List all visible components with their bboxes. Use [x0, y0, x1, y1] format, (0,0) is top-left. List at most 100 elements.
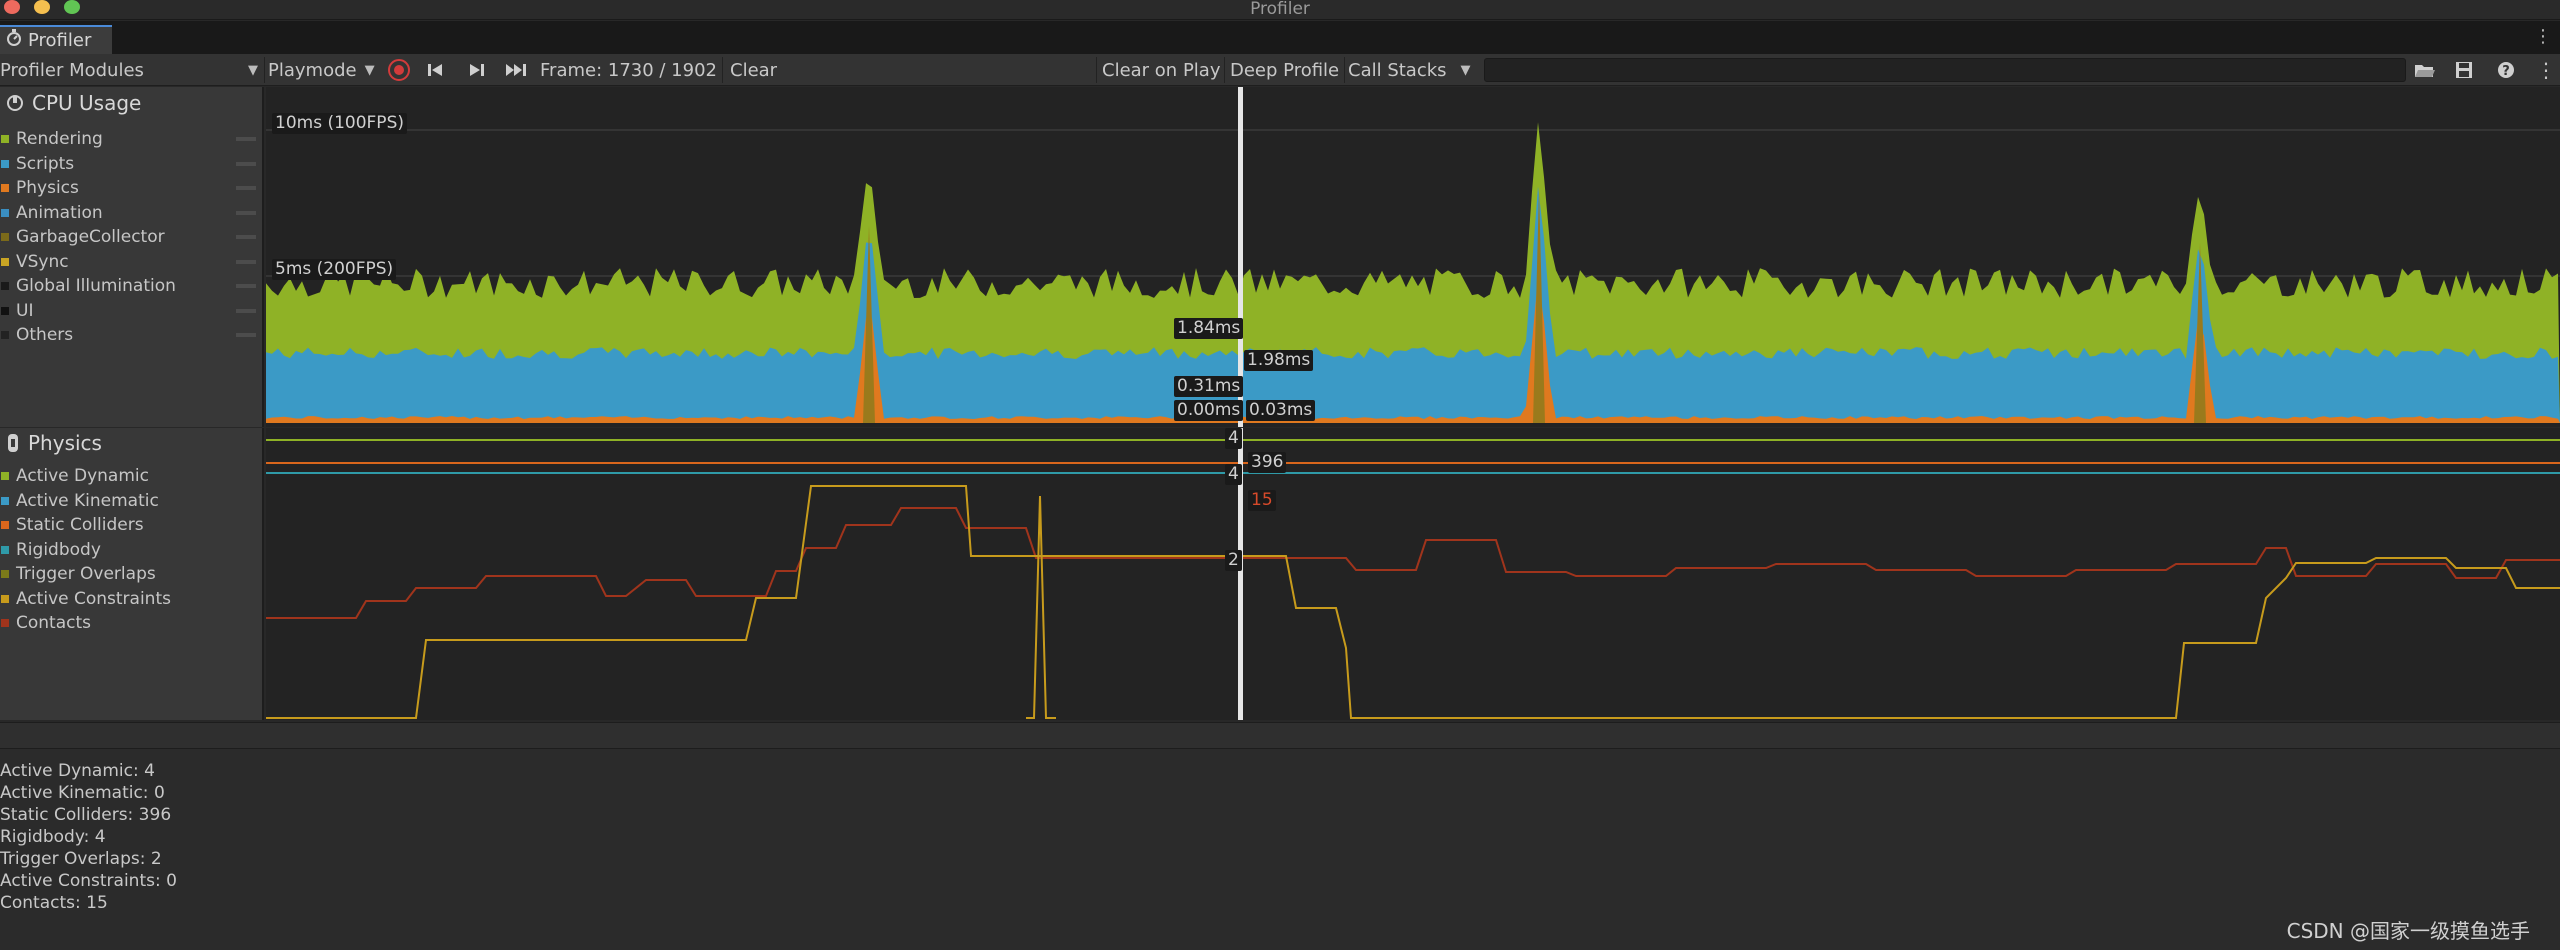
- legend-label: Others: [16, 325, 74, 346]
- playmode-dropdown[interactable]: Playmode ▼: [268, 54, 375, 86]
- frame-counter: Frame: 1730 / 1902: [540, 59, 717, 81]
- selection-value-scripts: 0.31ms: [1174, 376, 1244, 397]
- physics-legend: Active Dynamic Active Kinematic Static Col…: [0, 464, 262, 636]
- physics-module-panel[interactable]: Physics Active Dynamic Active Kinematic St…: [0, 428, 264, 720]
- active-constraints-spike: [1026, 495, 1056, 719]
- record-button[interactable]: [388, 54, 410, 86]
- legend-swatch: [1, 208, 9, 217]
- legend-label: Contacts: [16, 613, 91, 634]
- legend-toggle[interactable]: [236, 210, 256, 215]
- legend-swatch: [1, 619, 9, 628]
- physics-module-header: Physics: [6, 431, 102, 455]
- record-icon: [388, 59, 410, 81]
- physics-icon: [8, 434, 18, 452]
- call-stacks-dropdown[interactable]: Call Stacks ▼: [1348, 54, 1471, 86]
- legend-label: VSync: [16, 251, 69, 272]
- clear-button[interactable]: Clear: [730, 54, 777, 86]
- legend-swatch: [1, 257, 9, 266]
- legend-label: Animation: [16, 202, 103, 223]
- first-frame-button[interactable]: [426, 54, 446, 86]
- playmode-label: Playmode: [268, 59, 357, 81]
- legend-toggle[interactable]: [236, 308, 256, 313]
- profiler-icon: [6, 29, 22, 52]
- cpu-legend-item[interactable]: Global Illumination: [0, 274, 262, 299]
- cpu-legend: Rendering Scripts Physics Animation GarbageC…: [0, 127, 262, 348]
- cpu-module-header: CPU Usage: [6, 91, 141, 115]
- legend-toggle[interactable]: [236, 161, 256, 166]
- more-options-icon[interactable]: ⋮: [2536, 54, 2556, 86]
- detail-line: Contacts: 15: [0, 893, 108, 913]
- legend-label: Active Dynamic: [16, 466, 149, 487]
- cpu-usage-module-panel[interactable]: CPU Usage Rendering Scripts Physics Animati…: [0, 87, 264, 427]
- tab-profiler[interactable]: Profiler: [0, 25, 112, 54]
- physics-legend-item[interactable]: Active Dynamic: [0, 464, 262, 489]
- cpu-legend-item[interactable]: Animation: [0, 201, 262, 226]
- cpu-legend-item[interactable]: Others: [0, 323, 262, 348]
- legend-toggle[interactable]: [236, 235, 256, 240]
- chevron-down-icon: ▼: [364, 62, 375, 78]
- physics-module-title: Physics: [28, 431, 102, 455]
- selection-value-other: 0.03ms: [1246, 400, 1316, 421]
- legend-toggle[interactable]: [236, 137, 256, 142]
- legend-swatch: [1, 570, 9, 579]
- physics-legend-item[interactable]: Active Kinematic: [0, 489, 262, 514]
- selection-value-static-colliders: 396: [1248, 452, 1287, 473]
- clear-on-play-toggle[interactable]: Clear on Play: [1102, 54, 1220, 86]
- deep-profile-toggle[interactable]: Deep Profile: [1230, 54, 1339, 86]
- cpu-usage-chart[interactable]: 10ms (100FPS) 5ms (200FPS) 1.84ms 1.98ms…: [266, 87, 2560, 427]
- details-splitter[interactable]: [0, 722, 2560, 748]
- legend-label: Rigidbody: [16, 539, 101, 560]
- legend-toggle[interactable]: [236, 259, 256, 264]
- legend-toggle[interactable]: [236, 333, 256, 338]
- gridline-label-10ms: 10ms (100FPS): [272, 113, 407, 134]
- selection-value-rigidbody: 4: [1225, 464, 1242, 485]
- selection-value-physics: 0.00ms: [1174, 400, 1244, 421]
- legend-label: Rendering: [16, 129, 103, 150]
- profiler-modules-dropdown[interactable]: Profiler Modules ▼: [0, 54, 262, 86]
- legend-label: UI: [16, 300, 34, 321]
- detail-line: Trigger Overlaps: 2: [0, 849, 162, 869]
- next-frame-button[interactable]: [466, 54, 486, 86]
- help-button[interactable]: ?: [2496, 54, 2516, 86]
- profiler-modules-label: Profiler Modules: [0, 59, 144, 81]
- legend-swatch: [1, 331, 9, 340]
- save-button[interactable]: [2454, 54, 2474, 86]
- cpu-icon: [7, 95, 23, 111]
- legend-label: GarbageCollector: [16, 227, 165, 248]
- selection-value-total: 1.98ms: [1244, 350, 1314, 371]
- physics-legend-item[interactable]: Rigidbody: [0, 538, 262, 563]
- current-frame-button[interactable]: [504, 54, 528, 86]
- cpu-usage-graph: [266, 87, 2560, 427]
- cpu-legend-item[interactable]: Rendering: [0, 127, 262, 152]
- cpu-legend-item[interactable]: Scripts: [0, 152, 262, 177]
- more-options-icon[interactable]: ⋮: [2534, 26, 2552, 47]
- detail-line: Active Dynamic: 4: [0, 761, 155, 781]
- physics-legend-item[interactable]: Active Constraints: [0, 587, 262, 612]
- chevron-down-icon: ▼: [248, 62, 258, 78]
- legend-toggle[interactable]: [236, 284, 256, 289]
- physics-graph: [266, 428, 2560, 720]
- tab-bar: Profiler ⋮: [0, 21, 2560, 54]
- physics-legend-item[interactable]: Trigger Overlaps: [0, 562, 262, 587]
- legend-swatch: [1, 545, 9, 554]
- legend-swatch: [1, 135, 9, 144]
- legend-label: Global Illumination: [16, 276, 176, 297]
- legend-toggle[interactable]: [236, 186, 256, 191]
- selection-value-active-dynamic: 4: [1225, 428, 1242, 449]
- load-button[interactable]: [2414, 54, 2436, 86]
- detail-line: Static Colliders: 396: [0, 805, 172, 825]
- cpu-legend-item[interactable]: Physics: [0, 176, 262, 201]
- cpu-legend-item[interactable]: UI: [0, 299, 262, 324]
- cpu-legend-item[interactable]: GarbageCollector: [0, 225, 262, 250]
- physics-legend-item[interactable]: Contacts: [0, 611, 262, 636]
- legend-label: Trigger Overlaps: [16, 564, 156, 585]
- cpu-legend-item[interactable]: VSync: [0, 250, 262, 275]
- toolbar: Profiler Modules ▼ Playmode ▼ Frame: 173…: [0, 54, 2560, 86]
- legend-swatch: [1, 472, 9, 481]
- help-icon: ?: [2498, 62, 2514, 79]
- physics-legend-item[interactable]: Static Colliders: [0, 513, 262, 538]
- physics-chart[interactable]: 4 396 4 15 2: [266, 428, 2560, 720]
- search-input[interactable]: [1484, 58, 2406, 82]
- selection-value-trigger-overlaps: 2: [1225, 550, 1242, 571]
- legend-label: Physics: [16, 178, 79, 199]
